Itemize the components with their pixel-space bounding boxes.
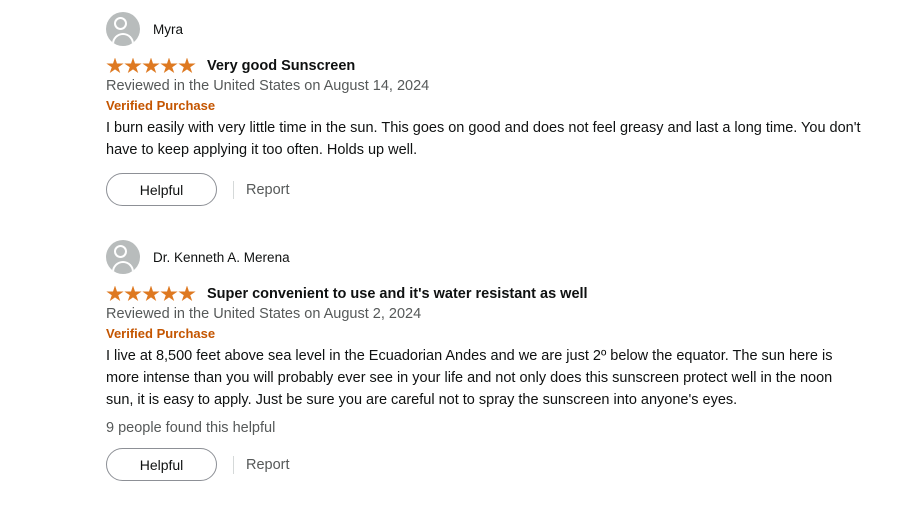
reviewer-profile[interactable]: Dr. Kenneth A. Merena xyxy=(106,240,866,274)
review-title[interactable]: Very good Sunscreen xyxy=(207,58,355,74)
verified-purchase-badge[interactable]: Verified Purchase xyxy=(106,326,866,341)
helpful-button[interactable]: Helpful xyxy=(106,448,217,481)
report-link[interactable]: Report xyxy=(246,457,290,473)
review-card: Dr. Kenneth A. Merena Super convenient t… xyxy=(106,240,866,481)
divider xyxy=(233,180,234,199)
review-card: Myra Very good Sunscreen Reviewed in the… xyxy=(106,12,866,206)
avatar-icon xyxy=(106,240,140,274)
star-icon xyxy=(106,285,124,301)
star-icon xyxy=(178,57,196,73)
reviewer-name: Dr. Kenneth A. Merena xyxy=(153,249,290,265)
review-title[interactable]: Super convenient to use and it's water r… xyxy=(207,286,588,302)
star-icon xyxy=(124,57,142,73)
helpful-button[interactable]: Helpful xyxy=(106,173,217,206)
divider xyxy=(233,455,234,474)
star-icon xyxy=(178,285,196,301)
avatar-icon xyxy=(106,12,140,46)
star-icon xyxy=(142,285,160,301)
star-rating[interactable] xyxy=(106,57,196,75)
star-icon xyxy=(160,57,178,73)
review-body: I live at 8,500 feet above sea level in … xyxy=(106,348,833,408)
review-date: Reviewed in the United States on August … xyxy=(106,306,422,322)
review-date: Reviewed in the United States on August … xyxy=(106,78,430,94)
review-body: I burn easily with very little time in t… xyxy=(106,120,861,158)
star-icon xyxy=(106,57,124,73)
report-link[interactable]: Report xyxy=(246,182,290,198)
star-icon xyxy=(124,285,142,301)
reviewer-name: Myra xyxy=(153,21,183,37)
helpful-count: 9 people found this helpful xyxy=(106,420,276,436)
verified-purchase-badge[interactable]: Verified Purchase xyxy=(106,98,866,113)
star-icon xyxy=(142,57,160,73)
reviewer-profile[interactable]: Myra xyxy=(106,12,866,46)
star-icon xyxy=(160,285,178,301)
star-rating[interactable] xyxy=(106,285,196,303)
